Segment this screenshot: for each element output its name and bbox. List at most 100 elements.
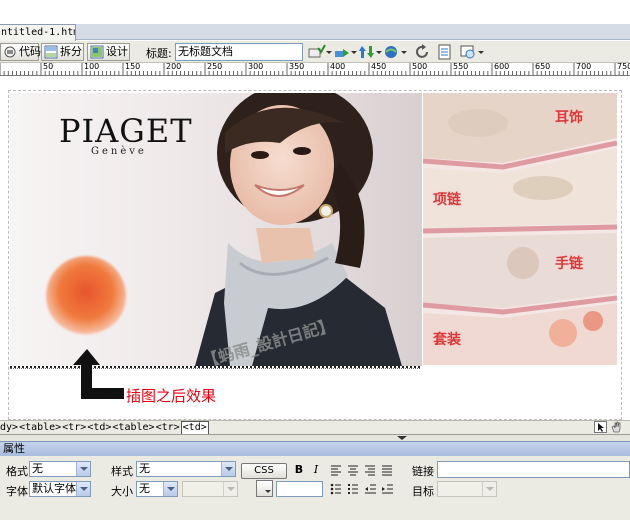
format-select[interactable]: 无: [29, 461, 91, 477]
design-view-button[interactable]: 设计: [87, 43, 130, 61]
outdent-icon[interactable]: [363, 482, 377, 496]
annotation-caption: 插图之后效果: [126, 387, 217, 405]
font-select-value: 默认字体: [32, 482, 76, 495]
style-label: 样式: [111, 465, 133, 478]
tag-td-inner-selected[interactable]: <td>: [180, 421, 209, 435]
validate-markup-icon[interactable]: [308, 44, 326, 60]
ruler-label: 100: [84, 63, 100, 71]
align-center-icon[interactable]: [346, 463, 360, 477]
align-right-icon[interactable]: [363, 463, 377, 477]
code-view-icon: [4, 46, 16, 58]
visual-aids-dropdown-caret[interactable]: [478, 51, 484, 54]
ruler-label: 300: [248, 63, 264, 71]
hand-tool-icon[interactable]: [610, 421, 623, 433]
text-color-picker[interactable]: [256, 480, 273, 497]
tag-body[interactable]: dy>: [0, 422, 18, 434]
bold-button[interactable]: B: [292, 463, 306, 477]
code-view-label: 代码: [19, 45, 41, 58]
ruler-label: 500: [412, 63, 428, 71]
preview-in-browser-icon[interactable]: [383, 44, 401, 60]
indent-icon[interactable]: [380, 482, 394, 496]
category-label-earrings[interactable]: 耳饰: [555, 107, 583, 127]
split-view-label: 拆分: [60, 45, 82, 58]
ruler-label: 450: [371, 63, 387, 71]
code-view-button[interactable]: 代码: [0, 43, 41, 61]
category-label-necklace[interactable]: 项链: [433, 189, 461, 209]
upload-dropdown-caret[interactable]: [376, 51, 382, 54]
size-select[interactable]: 无: [136, 481, 178, 497]
page-title-label: 标题:: [146, 47, 172, 60]
chevron-down-icon: [223, 482, 237, 496]
ruler-label: 350: [289, 63, 305, 71]
chevron-down-icon: [163, 482, 177, 496]
chevron-down-icon: [265, 490, 271, 493]
font-label: 字体: [6, 485, 28, 498]
brand-logo-subtitle: Genève: [91, 146, 147, 157]
preview-dropdown-caret[interactable]: [401, 51, 407, 54]
chevron-down-icon: [76, 462, 90, 476]
upload-download-icon[interactable]: [358, 44, 376, 60]
css-button[interactable]: CSS: [241, 463, 287, 479]
ruler-label: 650: [535, 63, 551, 71]
page-title-input[interactable]: 无标题文档: [175, 43, 303, 61]
design-view-icon: [90, 45, 104, 59]
size-unit-select: [182, 481, 238, 497]
align-justify-icon[interactable]: [380, 463, 394, 477]
unordered-list-icon[interactable]: [329, 482, 343, 496]
target-label: 目标: [412, 485, 434, 498]
align-left-icon[interactable]: [329, 463, 343, 477]
tag-table[interactable]: <table>: [19, 422, 61, 434]
chevron-down-icon: [221, 462, 235, 476]
category-label-bracelet[interactable]: 手链: [555, 253, 583, 273]
ordered-list-icon[interactable]: [346, 482, 360, 496]
size-label: 大小: [111, 485, 133, 498]
ruler-label: 150: [125, 63, 141, 71]
target-select: [437, 481, 497, 497]
category-label-set[interactable]: 套装: [433, 329, 461, 349]
file-management-dropdown-caret[interactable]: [351, 51, 357, 54]
file-management-icon[interactable]: [334, 44, 352, 60]
ruler-label: 200: [166, 63, 182, 71]
text-color-input[interactable]: [276, 481, 323, 497]
validate-dropdown-caret[interactable]: [326, 51, 332, 54]
link-input[interactable]: [437, 461, 630, 478]
split-view-button[interactable]: 拆分: [41, 43, 84, 61]
ruler-label: 250: [207, 63, 223, 71]
document-tab-strip: [0, 24, 630, 40]
chevron-down-icon: [76, 482, 90, 496]
properties-panel-title: 属性: [3, 442, 25, 455]
format-select-value: 无: [32, 462, 43, 475]
ruler-label: 750: [617, 63, 630, 71]
view-options-icon[interactable]: [437, 44, 455, 60]
tag-tr[interactable]: <tr>: [62, 422, 86, 434]
properties-panel-header[interactable]: [0, 441, 630, 456]
style-select-value: 无: [139, 462, 150, 475]
horizontal-ruler: 50 100 150 200 250 300 350 400 450 500 550 600 650 70…: [0, 63, 630, 76]
category-sidebar-image[interactable]: 耳饰 项链 手链 套装: [423, 93, 617, 365]
ruler-label: 550: [453, 63, 469, 71]
ruler-label: 400: [330, 63, 346, 71]
chevron-down-icon: [482, 482, 496, 496]
font-select[interactable]: 默认字体: [29, 481, 91, 497]
promo-badge-image: [46, 256, 126, 336]
format-label: 格式: [6, 465, 28, 478]
select-tool-icon[interactable]: [594, 421, 607, 433]
split-view-icon: [44, 45, 58, 59]
visual-aids-icon[interactable]: [460, 44, 478, 60]
collapse-arrow-icon[interactable]: [397, 436, 407, 440]
refresh-icon[interactable]: [414, 44, 432, 60]
annotation-arrow-icon: [73, 349, 124, 399]
design-view-label: 设计: [106, 45, 128, 58]
tag-td[interactable]: <td>: [87, 422, 111, 434]
ruler-label: 600: [494, 63, 510, 71]
italic-button[interactable]: I: [309, 463, 323, 477]
panel-splitter[interactable]: [0, 434, 630, 441]
category-backgrounds: [423, 93, 617, 365]
size-select-value: 无: [139, 482, 150, 495]
tag-table-inner[interactable]: <table>: [112, 422, 154, 434]
tag-tr-inner[interactable]: <tr>: [156, 422, 180, 434]
document-tab[interactable]: ntitled-1.html*: [0, 24, 76, 41]
style-select[interactable]: 无: [136, 461, 236, 477]
ruler-label: 50: [43, 63, 54, 71]
link-label: 链接: [412, 465, 434, 478]
